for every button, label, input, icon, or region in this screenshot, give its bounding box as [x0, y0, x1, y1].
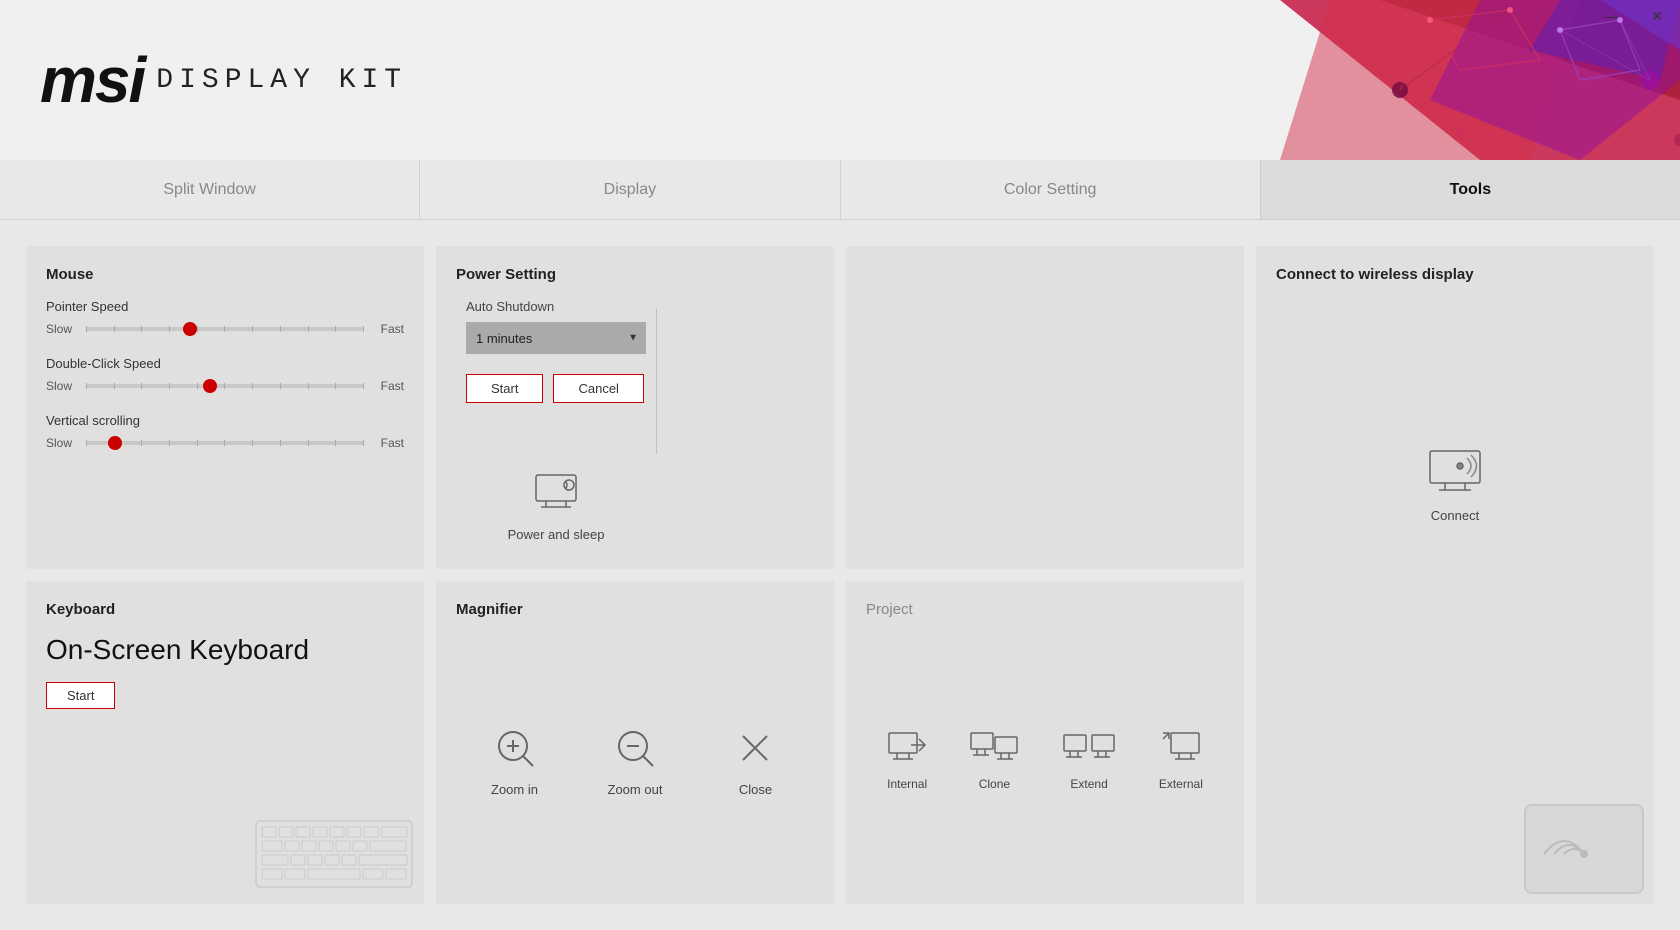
project-external-action[interactable]: External: [1159, 731, 1203, 791]
osk-title: On-Screen Keyboard: [46, 634, 404, 666]
wifi-tablet-deco: [1524, 804, 1644, 894]
scroll-ticks: [86, 441, 364, 445]
scroll-slow: Slow: [46, 436, 76, 450]
tab-split-window[interactable]: Split Window: [0, 160, 420, 219]
zoom-out-icon: [611, 724, 659, 772]
wireless-display-icon: [1425, 446, 1485, 496]
double-click-group: Double-Click Speed Slow Fast: [46, 356, 404, 393]
zoom-in-icon: [491, 724, 539, 772]
double-click-track[interactable]: [86, 384, 364, 388]
power-sleep-icon: [531, 465, 581, 515]
tab-color-setting[interactable]: Color Setting: [841, 160, 1261, 219]
scroll-fast: Fast: [374, 436, 404, 450]
double-click-label: Double-Click Speed: [46, 356, 404, 371]
power-sleep-section: Power and sleep: [466, 464, 646, 542]
vertical-scroll-thumb[interactable]: [108, 436, 122, 450]
minimize-button[interactable]: —: [1588, 0, 1634, 32]
tab-tools[interactable]: Tools: [1261, 160, 1680, 219]
tab-display[interactable]: Display: [420, 160, 840, 219]
vertical-scroll-label: Vertical scrolling: [46, 413, 404, 428]
pointer-speed-row: Slow Fast: [46, 322, 404, 336]
pointer-fast: Fast: [374, 322, 404, 336]
extend-label: Extend: [1070, 777, 1107, 791]
header: msi DISPLAY KIT: [0, 0, 1680, 160]
connect-label[interactable]: Connect: [1431, 508, 1479, 523]
connect-card: Connect to wireless display Connect: [1256, 246, 1654, 904]
dropdown-row: 1 minutes 5 minutes 10 minutes 30 minute…: [466, 322, 646, 354]
extend-icon: [1062, 731, 1117, 767]
zoom-out-action[interactable]: Zoom out: [608, 724, 663, 797]
power-buttons: Start Cancel: [466, 374, 646, 403]
magnifier-close-label: Close: [739, 782, 772, 797]
power-right: Power and sleep: [456, 464, 656, 582]
internal-icon: [887, 731, 927, 767]
internal-label: Internal: [887, 777, 927, 791]
main-content: Mouse Pointer Speed Slow Fast Double-Cli…: [0, 220, 1680, 930]
keyboard-card-title: Keyboard: [46, 601, 404, 618]
wifi-signal-svg: [1544, 814, 1624, 884]
pointer-slow: Slow: [46, 322, 76, 336]
keyboard-card: Keyboard On-Screen Keyboard Start: [26, 581, 424, 904]
vertical-scroll-row: Slow Fast: [46, 436, 404, 450]
shutdown-dropdown[interactable]: 1 minutes 5 minutes 10 minutes 30 minute…: [466, 322, 646, 354]
magnifier-card-title: Magnifier: [456, 601, 814, 618]
connect-card-title: Connect to wireless display: [1276, 266, 1634, 283]
double-click-row: Slow Fast: [46, 379, 404, 393]
external-label: External: [1159, 777, 1203, 791]
zoom-out-label: Zoom out: [608, 782, 663, 797]
magnifier-card: Magnifier Zoom in Zoom out: [436, 581, 834, 904]
project-extend-action[interactable]: Extend: [1062, 731, 1117, 791]
close-button[interactable]: ✕: [1634, 0, 1680, 32]
nav-tabs: Split Window Display Color Setting Tools: [0, 160, 1680, 220]
clone-icon: [969, 731, 1019, 767]
power-card: Power Setting Auto Shutdown 1 minutes 5 …: [436, 246, 834, 569]
keyboard-deco-svg: [254, 819, 414, 889]
auto-shutdown-label: Auto Shutdown: [466, 299, 646, 314]
zoom-in-action[interactable]: Zoom in: [491, 724, 539, 797]
power-card-inner: Auto Shutdown 1 minutes 5 minutes 10 min…: [456, 299, 814, 582]
vertical-scroll-group: Vertical scrolling Slow Fast: [46, 413, 404, 450]
double-click-ticks: [86, 384, 364, 388]
shutdown-dropdown-wrapper: 1 minutes 5 minutes 10 minutes 30 minute…: [466, 322, 646, 354]
power-sleep-label: Power and sleep: [508, 527, 605, 542]
deco-svg: [980, 0, 1680, 160]
mouse-card-title: Mouse: [46, 266, 404, 283]
clone-label: Clone: [979, 777, 1010, 791]
zoom-in-label: Zoom in: [491, 782, 538, 797]
keyboard-decoration: [254, 819, 414, 894]
keyboard-start-button[interactable]: Start: [46, 682, 115, 709]
pointer-ticks: [86, 327, 364, 331]
logo-msi: msi: [40, 48, 144, 112]
color-setting-card: [846, 246, 1244, 569]
project-card: Project Internal: [846, 581, 1244, 904]
magnifier-close-icon: [731, 724, 779, 772]
power-card-title: Power Setting: [456, 266, 814, 283]
double-click-thumb[interactable]: [203, 379, 217, 393]
project-card-title: Project: [866, 601, 1224, 618]
external-icon: [1161, 731, 1201, 767]
double-fast: Fast: [374, 379, 404, 393]
logo-text: DISPLAY KIT: [156, 65, 407, 96]
pointer-speed-track[interactable]: [86, 327, 364, 331]
mouse-card: Mouse Pointer Speed Slow Fast Double-Cli…: [26, 246, 424, 569]
vertical-scroll-track[interactable]: [86, 441, 364, 445]
pointer-speed-thumb[interactable]: [183, 322, 197, 336]
double-slow: Slow: [46, 379, 76, 393]
project-actions: Internal Clone: [866, 634, 1224, 877]
connect-section: Connect: [1276, 299, 1634, 670]
title-bar: — ✕: [1588, 0, 1680, 32]
magnifier-close-action[interactable]: Close: [731, 724, 779, 797]
power-start-button[interactable]: Start: [466, 374, 543, 403]
project-clone-action[interactable]: Clone: [969, 731, 1019, 791]
logo: msi DISPLAY KIT: [40, 48, 407, 112]
header-decoration: [980, 0, 1680, 160]
pointer-speed-group: Pointer Speed Slow Fast: [46, 299, 404, 336]
power-divider: [656, 309, 657, 454]
power-cancel-button[interactable]: Cancel: [553, 374, 643, 403]
magnifier-actions: Zoom in Zoom out Close: [456, 634, 814, 877]
pointer-speed-label: Pointer Speed: [46, 299, 404, 314]
power-left: Auto Shutdown 1 minutes 5 minutes 10 min…: [456, 299, 656, 464]
project-internal-action[interactable]: Internal: [887, 731, 927, 791]
